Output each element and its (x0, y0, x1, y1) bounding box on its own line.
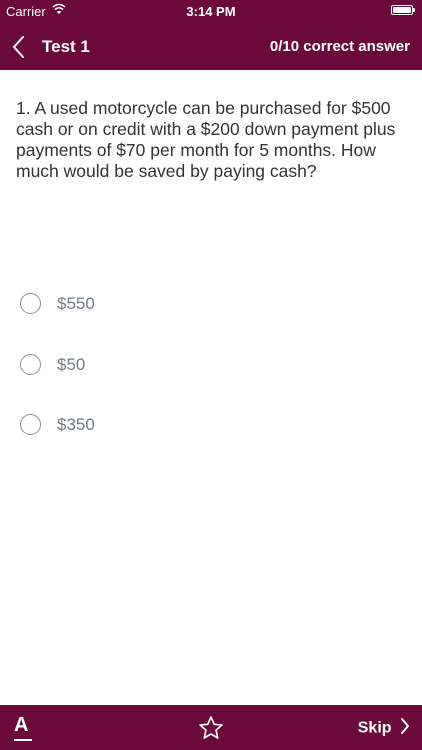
skip-button[interactable]: Skip (358, 717, 410, 741)
chevron-right-icon (400, 717, 410, 740)
font-size-button[interactable]: A (14, 714, 38, 742)
favorite-button[interactable] (198, 715, 224, 741)
skip-label: Skip (357, 719, 392, 737)
star-icon (199, 716, 223, 739)
status-bar: Carrier 3:14 PM (0, 0, 422, 22)
clock: 3:14 PM (186, 4, 236, 19)
page-title: Test 1 (42, 37, 90, 56)
font-underline (14, 739, 32, 741)
font-icon: A (14, 714, 29, 736)
answer-option-3[interactable]: $350 (20, 414, 320, 440)
nav-bar: Test 1 0/10 correct answer (0, 22, 422, 70)
question-text: 1. A used motorcycle can be purchased fo… (16, 98, 396, 181)
radio-button[interactable] (20, 414, 41, 435)
bottom-toolbar: A Skip (0, 705, 422, 750)
answer-label: $350 (57, 415, 95, 434)
answer-option-1[interactable]: $550 (20, 293, 320, 319)
back-button[interactable] (6, 32, 36, 62)
battery-icon (391, 5, 415, 15)
radio-button[interactable] (20, 293, 41, 314)
score-label: 0/10 correct answer (269, 38, 410, 55)
answer-label: $550 (57, 294, 95, 313)
radio-button[interactable] (20, 354, 41, 375)
answer-label: $50 (57, 355, 86, 374)
chevron-left-icon (13, 36, 24, 58)
answer-option-2[interactable]: $50 (20, 354, 320, 380)
